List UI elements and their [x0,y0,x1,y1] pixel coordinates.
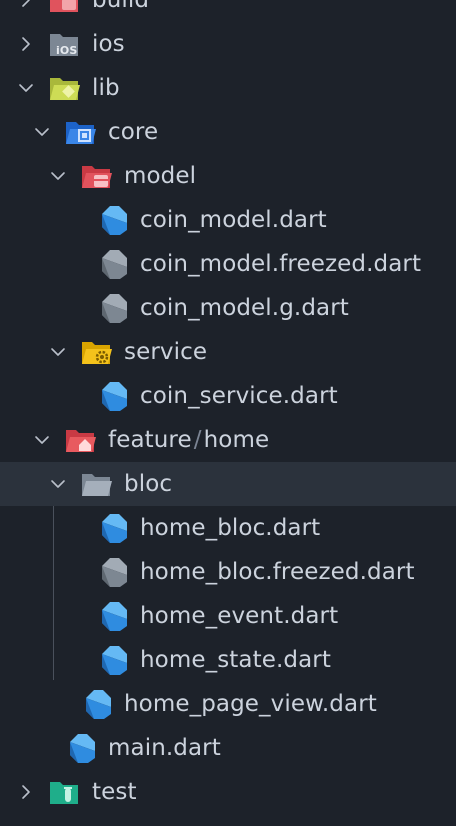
tree-item-home-page-view[interactable]: home_page_view.dart [0,682,456,726]
dart-file-icon [96,205,128,235]
tree-item-label: feature/home [108,418,269,462]
tree-item-lib[interactable]: lib [0,66,456,110]
tree-item-service[interactable]: service [0,330,456,374]
chevron-down-icon[interactable] [14,66,38,110]
tree-item-label: service [124,339,208,365]
tree-item-label: ios [92,31,125,57]
tree-item-label: build [92,0,150,13]
tree-item-coin-service[interactable]: coin_service.dart [0,374,456,418]
tree-item-label: coin_model.g.dart [140,295,349,321]
dart-file-icon [96,381,128,411]
chevron-down-icon[interactable] [46,154,70,198]
tree-item-label: bloc [124,471,173,497]
path-segment-feature: feature [108,427,192,453]
tree-item-home-event[interactable]: home_event.dart [0,594,456,638]
tree-item-label: lib [92,75,120,101]
folder-model-open-icon [80,161,112,191]
folder-ios-icon: iOS [48,29,80,59]
tree-item-ios[interactable]: iOS ios [0,22,456,66]
folder-home-open-icon [64,425,96,455]
folder-icon [48,821,80,826]
dart-file-icon [64,733,96,763]
tree-item-coin-model-g[interactable]: coin_model.g.dart [0,286,456,330]
tree-item-main[interactable]: main.dart [0,726,456,770]
chevron-right-icon[interactable] [14,22,38,66]
dart-generated-file-icon [96,249,128,279]
tree-item-coin-model[interactable]: coin_model.dart [0,198,456,242]
path-segment-home: home [203,427,270,453]
dart-file-icon [96,645,128,675]
chevron-down-icon[interactable] [46,462,70,506]
tree-item-bloc[interactable]: bloc [0,462,456,506]
tree-item-model[interactable]: model [0,154,456,198]
dart-file-icon [96,601,128,631]
folder-build-icon [48,0,80,15]
dart-generated-file-icon [96,557,128,587]
tree-item-label: coin_model.dart [140,207,327,233]
tree-item-test[interactable]: test [0,770,456,814]
tree-item-home-state[interactable]: home_state.dart [0,638,456,682]
tree-item-label: home_bloc.dart [140,515,321,541]
chevron-down-icon[interactable] [46,330,70,374]
tree-item-label: coin_model.freezed.dart [140,251,422,277]
tree-item-build[interactable]: build [0,0,456,22]
tree-item-home-bloc-freezed[interactable]: home_bloc.freezed.dart [0,550,456,594]
folder-test-icon [48,777,80,807]
svg-text:iOS: iOS [56,44,77,57]
dart-generated-file-icon [96,293,128,323]
folder-core-open-icon [64,117,96,147]
chevron-down-icon[interactable] [30,110,54,154]
folder-open-icon [80,469,112,499]
tree-item-partial[interactable] [0,814,456,826]
tree-item-label: home_bloc.freezed.dart [140,559,415,585]
tree-item-label: home_page_view.dart [124,691,377,717]
tree-item-feature-home[interactable]: feature/home [0,418,456,462]
tree-item-label: coin_service.dart [140,383,338,409]
tree-item-label: home_state.dart [140,647,331,673]
tree-item-coin-model-freezed[interactable]: coin_model.freezed.dart [0,242,456,286]
dart-file-icon [96,513,128,543]
chevron-down-icon[interactable] [30,418,54,462]
folder-service-open-icon [80,337,112,367]
tree-item-label: model [124,163,197,189]
path-separator: / [193,427,202,453]
file-explorer: build iOS ios lib core model coin_model.… [0,0,456,826]
tree-item-home-bloc[interactable]: home_bloc.dart [0,506,456,550]
tree-item-core[interactable]: core [0,110,456,154]
tree-item-label: test [92,779,137,805]
folder-lib-open-icon [48,73,80,103]
chevron-right-icon[interactable] [14,0,38,22]
chevron-right-icon[interactable] [14,770,38,814]
tree-item-label: main.dart [108,735,221,761]
dart-file-icon [80,689,112,719]
tree-item-label: core [108,119,159,145]
tree-item-label: home_event.dart [140,603,339,629]
